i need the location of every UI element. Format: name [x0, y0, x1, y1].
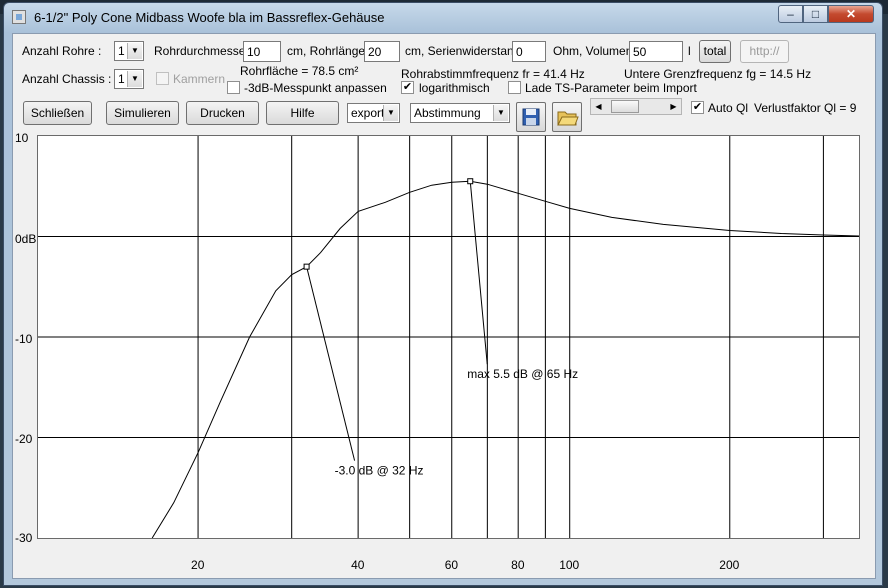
close-button[interactable]: ✕ — [828, 5, 874, 23]
lade-ts-label: Lade TS-Parameter beim Import — [525, 81, 697, 95]
ql-slider-thumb[interactable] — [611, 100, 639, 113]
chevron-down-icon: ▼ — [127, 71, 142, 87]
rohrdurchmesser-field[interactable] — [243, 41, 281, 62]
grenzfrequenz-text: Untere Grenzfrequenz fg = 14.5 Hz — [624, 67, 812, 81]
rohrabstimmfrequenz-text: Rohrabstimmfrequenz fr = 41.4 Hz — [401, 67, 585, 81]
export-select[interactable]: export ▼ — [347, 103, 400, 123]
volumen-field[interactable] — [629, 41, 683, 62]
app-window: 6-1/2" Poly Cone Midbass Woofe bla im Ba… — [3, 2, 883, 586]
annotation-label: -3.0 dB @ 32 Hz — [335, 464, 424, 478]
auto-ql-label: Auto Ql — [708, 101, 749, 115]
anzahl-chassis-label: Anzahl Chassis : — [22, 72, 112, 86]
open-folder-icon — [557, 111, 579, 126]
verlustfaktor-text: Verlustfaktor Ql = 9 — [754, 101, 857, 115]
schliessen-button[interactable]: Schließen — [23, 101, 92, 125]
save-button[interactable] — [516, 102, 546, 132]
floppy-disk-icon — [522, 108, 540, 126]
rohrlaenge-field[interactable] — [364, 41, 400, 62]
x-tick-label: 20 — [191, 558, 205, 572]
anzahl-rohre-label: Anzahl Rohre : — [22, 44, 102, 58]
x-tick-label: 100 — [559, 558, 580, 572]
anzahl-rohre-value: 1 — [118, 44, 125, 58]
kammern-checkbox[interactable] — [156, 72, 169, 85]
annotation-marker — [303, 263, 310, 270]
x-tick-label: 200 — [719, 558, 740, 572]
hilfe-button[interactable]: Hilfe — [266, 101, 339, 125]
annotation-leader-line — [306, 266, 356, 461]
frequency-response-plot[interactable]: -3.0 dB @ 32 Hz max 5.5 dB @ 65 Hz — [37, 135, 860, 539]
frequency-response-chart: -3.0 dB @ 32 Hz max 5.5 dB @ 65 Hz — [38, 136, 860, 539]
anzahl-chassis-value: 1 — [118, 72, 125, 86]
http-button[interactable]: http:// — [740, 40, 789, 63]
rohrflaeche-text: Rohrfläche = 78.5 cm² — [240, 64, 359, 78]
kammern-label: Kammern — [173, 72, 226, 86]
anzahl-rohre-select[interactable]: 1 ▼ — [114, 41, 144, 61]
export-value: export — [351, 106, 385, 120]
total-button[interactable]: total — [699, 40, 731, 63]
simulieren-button[interactable]: Simulieren — [106, 101, 179, 125]
chevron-right-icon[interactable]: ▶ — [666, 99, 681, 114]
annotation-marker — [467, 178, 474, 185]
volumen-unit: l — [688, 44, 691, 58]
chevron-left-icon[interactable]: ◀ — [591, 99, 606, 114]
client-area: Anzahl Rohre : 1 ▼ Rohrdurchmesser cm, R… — [12, 33, 876, 579]
window-title: 6-1/2" Poly Cone Midbass Woofe bla im Ba… — [34, 10, 385, 25]
serienwiderstand-label: cm, Serienwiderstand — [405, 44, 521, 58]
abstimmung-select[interactable]: Abstimmung ▼ — [410, 103, 510, 123]
response-curve — [151, 180, 860, 539]
auto-ql-checkbox[interactable]: ✔ — [691, 101, 704, 114]
open-button[interactable] — [552, 102, 582, 132]
rohrdurchmesser-label: Rohrdurchmesser — [154, 44, 250, 58]
lade-ts-checkbox[interactable] — [508, 81, 521, 94]
chevron-down-icon: ▼ — [127, 43, 142, 59]
abstimmung-value: Abstimmung — [414, 106, 481, 120]
serienwiderstand-field[interactable] — [512, 41, 546, 62]
x-tick-label: 40 — [351, 558, 365, 572]
rohrlaenge-label: cm, Rohrlänge — [287, 44, 366, 58]
logarithmisch-label: logarithmisch — [419, 81, 490, 95]
chevron-down-icon: ▼ — [493, 105, 508, 121]
messpunkt-checkbox[interactable] — [227, 81, 240, 94]
title-bar[interactable]: 6-1/2" Poly Cone Midbass Woofe bla im Ba… — [4, 3, 882, 33]
app-icon — [12, 10, 26, 24]
x-tick-label: 80 — [511, 558, 525, 572]
annotation-label: max 5.5 dB @ 65 Hz — [467, 367, 578, 381]
maximize-button[interactable]: □ — [803, 5, 828, 23]
volumen-label: Ohm, Volumen — [553, 44, 633, 58]
minimize-button[interactable]: – — [778, 5, 803, 23]
logarithmisch-checkbox[interactable]: ✔ — [401, 81, 414, 94]
anzahl-chassis-select[interactable]: 1 ▼ — [114, 69, 144, 89]
x-tick-label: 60 — [444, 558, 459, 572]
drucken-button[interactable]: Drucken — [186, 101, 259, 125]
messpunkt-label: -3dB-Messpunkt anpassen — [244, 81, 387, 95]
ql-slider[interactable]: ◀ ▶ — [590, 98, 682, 115]
chevron-down-icon: ▼ — [383, 105, 398, 121]
